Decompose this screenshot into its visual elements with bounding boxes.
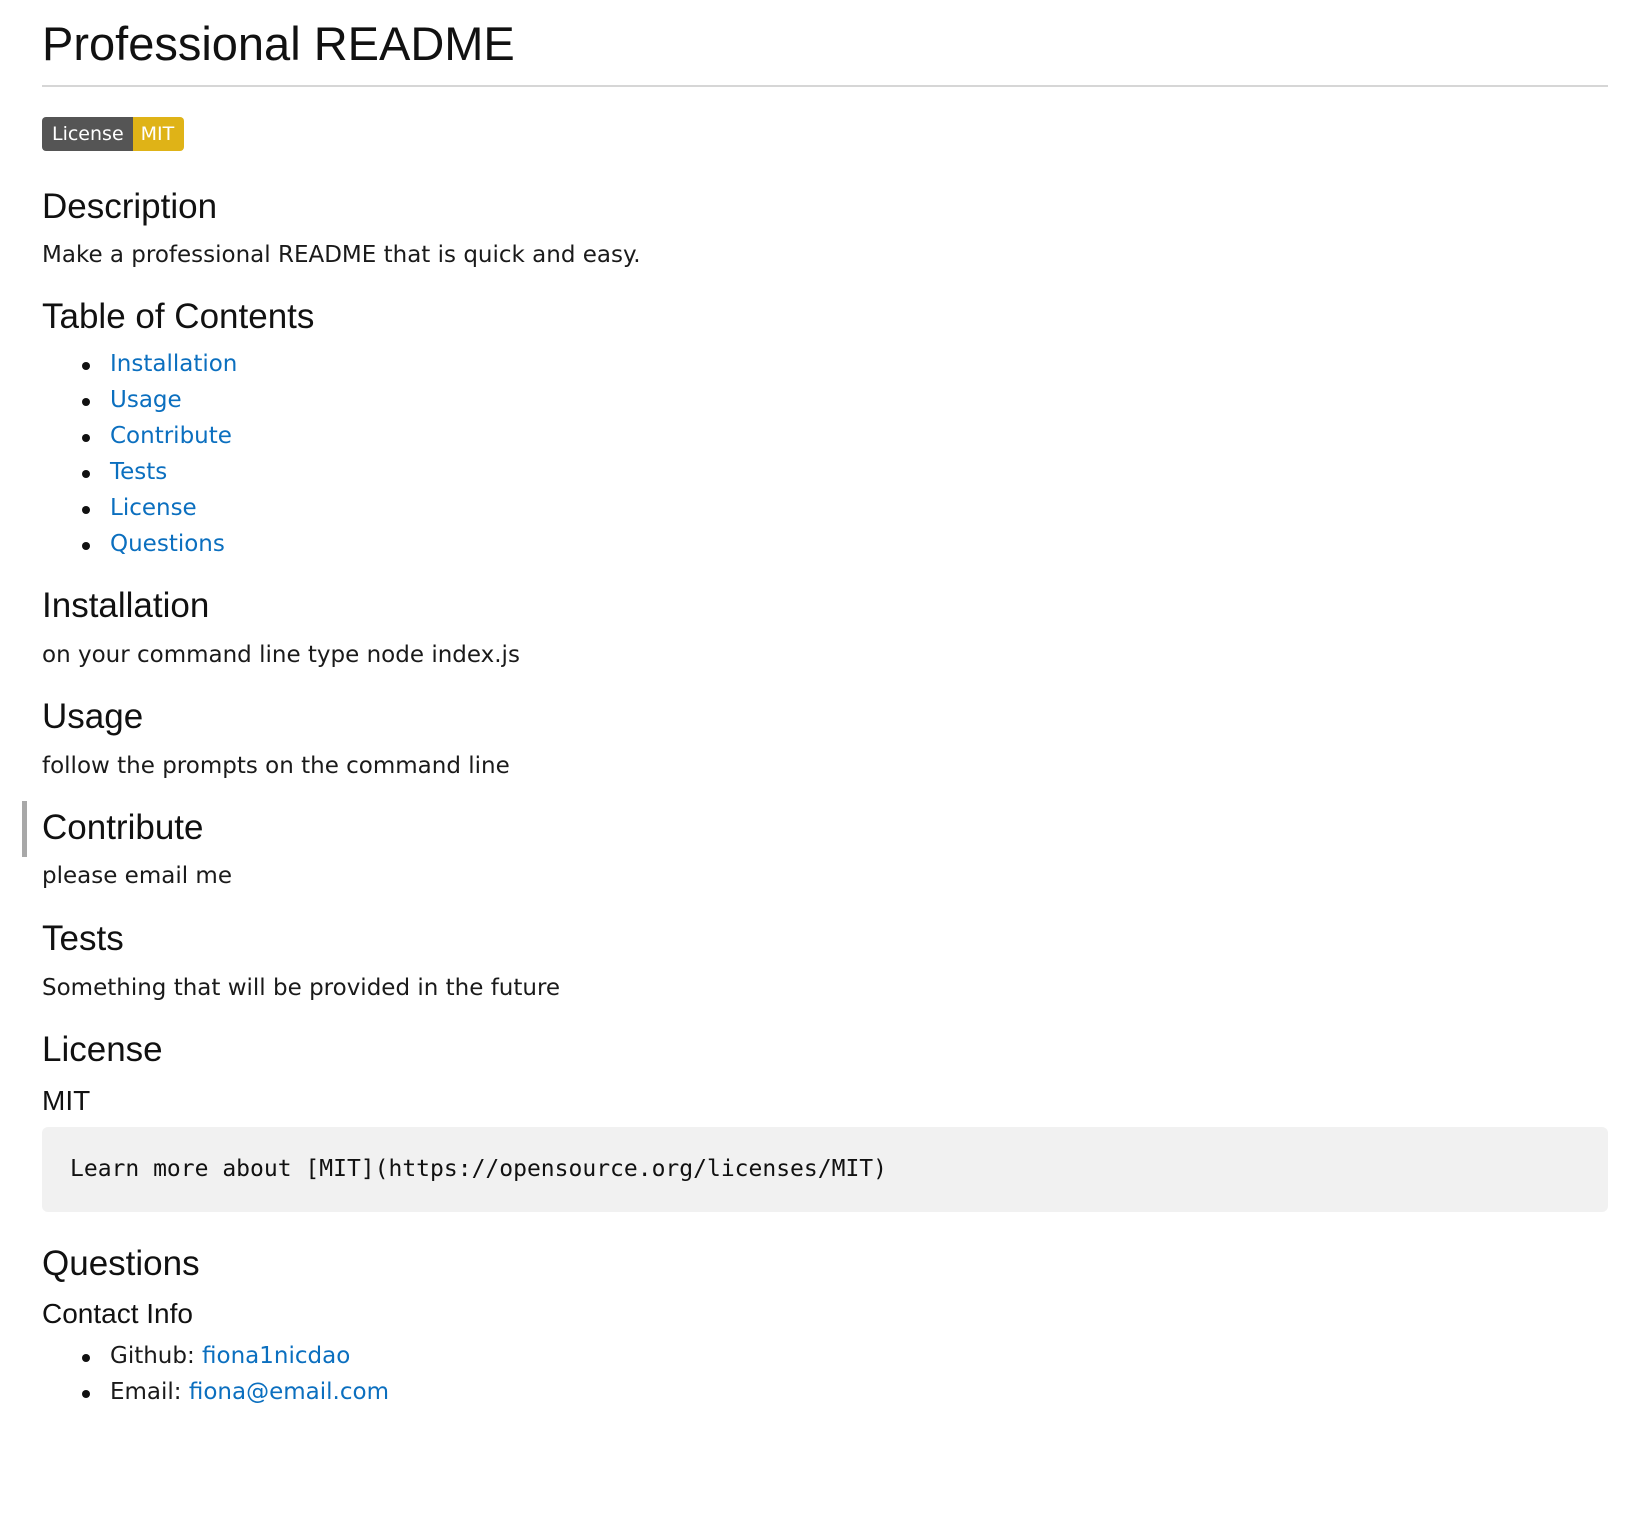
toc-link-contribute[interactable]: Contribute (110, 423, 232, 449)
contact-item-github: Github: fiona1nicdao (42, 1338, 1608, 1374)
license-badge-container: License MIT (42, 117, 1608, 151)
toc-link-license[interactable]: License (110, 495, 197, 521)
github-link[interactable]: fiona1nicdao (202, 1343, 350, 1369)
github-label: Github: (110, 1343, 203, 1370)
email-label: Email: (110, 1379, 189, 1406)
toc-item-installation: Installation (42, 346, 1608, 382)
toc-link-questions[interactable]: Questions (110, 531, 225, 557)
contact-info-heading: Contact Info (42, 1298, 193, 1330)
contribute-text: please email me (42, 863, 232, 889)
description-heading: Description (42, 187, 218, 226)
contact-list: Github: fiona1nicdao Email: fiona@email.… (42, 1338, 1608, 1410)
contact-item-email: Email: fiona@email.com (42, 1374, 1608, 1410)
toc-item-contribute: Contribute (42, 418, 1608, 454)
toc-item-tests: Tests (42, 454, 1608, 490)
description-text: Make a professional README that is quick… (42, 242, 641, 268)
license-badge[interactable]: License MIT (42, 117, 185, 151)
usage-heading: Usage (42, 697, 144, 736)
questions-heading: Questions (42, 1244, 200, 1284)
contribute-heading: Contribute (22, 801, 1608, 857)
installation-text: on your command line type node index.js (42, 642, 520, 668)
toc-link-installation[interactable]: Installation (110, 351, 237, 377)
toc-item-usage: Usage (42, 382, 1608, 418)
license-heading: License (42, 1030, 163, 1069)
toc-item-license: License (42, 490, 1608, 526)
readme-document: Professional README License MIT Descript… (22, 0, 1608, 1410)
badge-label: License (42, 117, 133, 151)
toc-link-tests[interactable]: Tests (110, 459, 167, 485)
tests-heading: Tests (42, 919, 124, 958)
toc-item-questions: Questions (42, 526, 1608, 562)
installation-heading: Installation (42, 586, 210, 625)
page-title: Professional README (42, 0, 1608, 87)
license-code-text: Learn more about [MIT](https://opensourc… (70, 1156, 887, 1182)
tests-text: Something that will be provided in the f… (42, 975, 561, 1001)
toc-link-usage[interactable]: Usage (110, 387, 182, 413)
toc-list: Installation Usage Contribute Tests Lice… (42, 346, 1608, 562)
badge-value: MIT (132, 117, 185, 151)
usage-text: follow the prompts on the command line (42, 753, 510, 779)
toc-heading: Table of Contents (42, 297, 315, 336)
license-name: MIT (42, 1085, 91, 1116)
email-link[interactable]: fiona@email.com (189, 1379, 389, 1405)
license-code-block: Learn more about [MIT](https://opensourc… (42, 1127, 1608, 1213)
